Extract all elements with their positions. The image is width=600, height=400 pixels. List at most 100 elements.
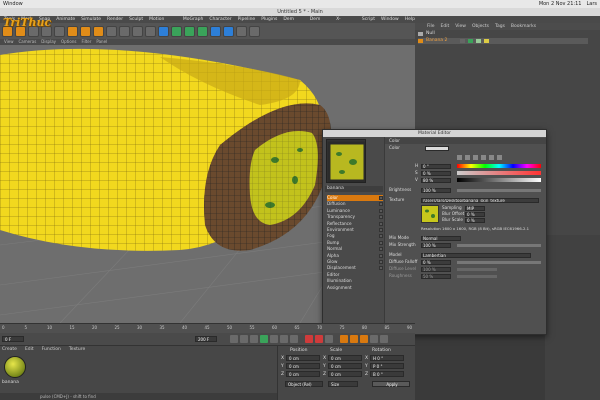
channel-checkbox[interactable]: [379, 253, 383, 258]
menu-item[interactable]: Simulate: [81, 16, 101, 23]
mix-strength-slider[interactable]: [457, 243, 541, 247]
channel-checkbox[interactable]: [379, 221, 383, 226]
objects-menu-item[interactable]: Objects: [472, 23, 489, 30]
roughness-field[interactable]: 50 %: [421, 273, 451, 279]
y-axis-icon[interactable]: [80, 25, 91, 37]
channel-checkbox[interactable]: [379, 234, 383, 239]
blur-offset-field[interactable]: 0 %: [465, 211, 485, 217]
mix-strength-row[interactable]: Mix Strength 100 %: [385, 242, 546, 248]
brightness-row[interactable]: Brightness 100 %: [385, 187, 546, 193]
objects-menu-item[interactable]: Tags: [495, 23, 505, 30]
brightness-field[interactable]: 100 %: [421, 187, 451, 193]
h-row[interactable]: H 0 °: [385, 163, 546, 169]
channel-checkbox[interactable]: [379, 202, 383, 207]
param-key-icon[interactable]: [370, 335, 378, 343]
channel-item[interactable]: Fog: [327, 233, 383, 239]
color-row[interactable]: Color: [385, 145, 546, 151]
channel-item[interactable]: Assignment: [327, 285, 383, 291]
saturation-slider[interactable]: [457, 171, 541, 175]
position-field[interactable]: 0 cm: [286, 371, 320, 377]
channel-checkbox[interactable]: [379, 215, 383, 220]
v-field[interactable]: 80 %: [421, 177, 451, 183]
x-axis-icon[interactable]: [67, 25, 78, 37]
scale-field[interactable]: 0 cm: [328, 355, 362, 361]
brightness-slider[interactable]: [457, 188, 541, 192]
material-tag-icon[interactable]: [484, 39, 490, 43]
size-mode-select[interactable]: Size: [328, 381, 358, 387]
diffuse-falloff-field[interactable]: 0 %: [421, 259, 451, 265]
texture-path-field[interactable]: /Users/lars/Desktop/banana_skin_texture: [421, 197, 539, 203]
render-settings-icon[interactable]: [145, 25, 156, 37]
visibility-dots-icon[interactable]: [460, 39, 466, 43]
light-icon[interactable]: [249, 25, 260, 37]
mix-strength-field[interactable]: 100 %: [421, 242, 451, 248]
scale-field[interactable]: 0 cm: [328, 363, 362, 369]
hue-slider[interactable]: [457, 164, 541, 168]
h-field[interactable]: 0 °: [421, 163, 451, 169]
channel-checkbox[interactable]: [379, 208, 383, 213]
array-icon[interactable]: [197, 25, 208, 37]
material-preview[interactable]: [326, 139, 366, 183]
prev-key-icon[interactable]: [240, 335, 248, 343]
rotation-field[interactable]: B 0 °: [370, 371, 404, 377]
menu-item[interactable]: Animate: [56, 16, 75, 23]
channel-checkbox[interactable]: [379, 266, 383, 271]
next-frame-icon[interactable]: [270, 335, 278, 343]
menu-item[interactable]: Pipeline: [238, 16, 256, 23]
end-frame-field[interactable]: 200 F: [195, 336, 217, 342]
menu-item[interactable]: Dem Earth: [310, 16, 330, 29]
coord-mode-select[interactable]: Object (Rel): [285, 381, 323, 387]
channel-item[interactable]: Normal: [327, 246, 383, 252]
diffuse-falloff-row[interactable]: Diffuse Falloff 0 %: [385, 259, 546, 265]
v-row[interactable]: V 80 %: [385, 177, 546, 183]
channel-checkbox[interactable]: [379, 260, 383, 265]
diffuse-level-row[interactable]: Diffuse Level 100 %: [385, 266, 546, 272]
objects-menu-item[interactable]: Edit: [441, 23, 450, 30]
roughness-slider[interactable]: [457, 274, 497, 278]
objects-menu-item[interactable]: Bookmarks: [511, 23, 536, 30]
floor-icon[interactable]: [223, 25, 234, 37]
play-icon[interactable]: [260, 335, 268, 343]
menu-item[interactable]: MoGraph: [183, 16, 203, 23]
check-icon[interactable]: [468, 39, 474, 43]
channel-item[interactable]: Illumination: [327, 278, 383, 284]
pen-icon[interactable]: [171, 25, 182, 37]
z-axis-icon[interactable]: [93, 25, 104, 37]
subdivision-icon[interactable]: [184, 25, 195, 37]
blur-scale-field[interactable]: 0 %: [465, 217, 485, 223]
value-slider[interactable]: [457, 178, 541, 182]
rotation-field[interactable]: P 0 °: [370, 363, 404, 369]
camera-icon[interactable]: [236, 25, 247, 37]
go-to-end-icon[interactable]: [290, 335, 298, 343]
rotation-key-icon[interactable]: [360, 335, 368, 343]
material-manager-menu-item[interactable]: Texture: [69, 347, 85, 352]
menu-item[interactable]: Motion Tracker: [149, 16, 177, 29]
channel-item[interactable]: Luminance: [327, 208, 383, 214]
menu-item[interactable]: Script: [362, 16, 375, 23]
rotation-field[interactable]: H 0 °: [370, 355, 404, 361]
material-manager-menu-item[interactable]: Edit: [25, 347, 34, 352]
mix-mode-select[interactable]: Normal: [421, 235, 461, 241]
diffuse-level-slider[interactable]: [457, 267, 497, 271]
roughness-row[interactable]: Roughness 50 %: [385, 273, 546, 279]
material-manager-menu-item[interactable]: Function: [42, 347, 61, 352]
s-row[interactable]: S 0 %: [385, 170, 546, 176]
go-to-start-icon[interactable]: [230, 335, 238, 343]
render-picture-icon[interactable]: [132, 25, 143, 37]
position-field[interactable]: 0 cm: [286, 355, 320, 361]
channel-item[interactable]: Transparency: [327, 214, 383, 220]
channel-item[interactable]: Displacement: [327, 265, 383, 271]
channel-checkbox[interactable]: [379, 247, 383, 252]
model-row[interactable]: Model Lambertian: [385, 252, 546, 258]
channel-checkbox[interactable]: [379, 228, 383, 233]
user-name[interactable]: Lars: [586, 1, 597, 7]
menu-item[interactable]: X-Particles: [336, 16, 356, 29]
material-ball[interactable]: [4, 356, 26, 378]
channel-checkbox[interactable]: [379, 240, 383, 245]
diffuse-falloff-slider[interactable]: [457, 260, 541, 264]
channel-item[interactable]: Reflectance: [327, 221, 383, 227]
diffuse-level-field[interactable]: 100 %: [421, 266, 451, 272]
cube-icon[interactable]: [158, 25, 169, 37]
material-manager-menu-item[interactable]: Create: [2, 347, 17, 352]
object-row-null[interactable]: Null: [418, 31, 435, 37]
